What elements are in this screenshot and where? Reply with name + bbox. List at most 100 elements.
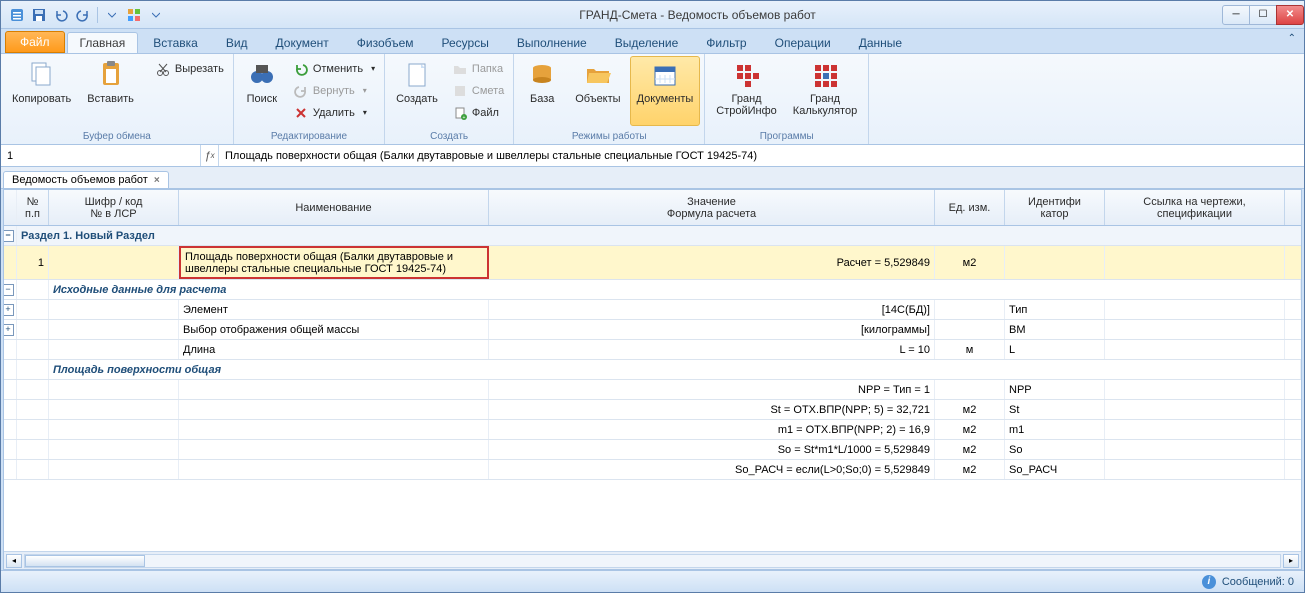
- tab-execution[interactable]: Выполнение: [504, 32, 600, 53]
- col-header-name[interactable]: Наименование: [179, 190, 489, 225]
- ribbon-body: Копировать Вставить Вырезать Буфер обмен…: [1, 53, 1304, 145]
- folder-open-icon: [582, 59, 614, 91]
- delete-x-icon: [293, 105, 309, 121]
- scroll-right-icon[interactable]: ▸: [1283, 554, 1299, 568]
- window-controls: ─ ☐ ✕: [1223, 5, 1304, 25]
- redo-arrow-icon: [293, 83, 309, 99]
- col-header-unit[interactable]: Ед. изм.: [935, 190, 1005, 225]
- undo-button[interactable]: Отменить▾: [288, 58, 380, 79]
- info-icon[interactable]: i: [1202, 575, 1216, 589]
- table-row[interactable]: Длина L = 10 м L: [4, 340, 1301, 360]
- tab-operations[interactable]: Операции: [762, 32, 844, 53]
- ribbon-minimize-icon[interactable]: ⌃: [1288, 33, 1296, 44]
- grand-calc-button[interactable]: Гранд Калькулятор: [786, 56, 864, 126]
- cut-button[interactable]: Вырезать: [150, 58, 229, 79]
- tab-data[interactable]: Данные: [846, 32, 915, 53]
- title-bar: ГРАНД-Смета - Ведомость объемов работ ─ …: [1, 1, 1304, 29]
- col-header-num[interactable]: № п.п: [17, 190, 49, 225]
- sub-section-row[interactable]: − Исходные данные для расчета: [4, 280, 1301, 300]
- table-row[interactable]: NPP = Тип = 1 NPP: [4, 380, 1301, 400]
- documents-button[interactable]: Документы: [630, 56, 701, 126]
- app-window: ГРАНД-Смета - Ведомость объемов работ ─ …: [0, 0, 1305, 593]
- maximize-button[interactable]: ☐: [1249, 5, 1277, 25]
- fx-icon[interactable]: ƒx: [201, 145, 219, 166]
- binoculars-icon: [246, 59, 278, 91]
- scroll-thumb[interactable]: [25, 555, 145, 567]
- quick-access-toolbar: [1, 5, 172, 25]
- close-tab-icon[interactable]: ×: [154, 175, 160, 186]
- tab-filter[interactable]: Фильтр: [693, 32, 759, 53]
- redo-icon[interactable]: [73, 5, 93, 25]
- delete-button[interactable]: Удалить▾: [288, 102, 380, 123]
- undo-arrow-icon: [293, 61, 309, 77]
- status-messages[interactable]: Сообщений: 0: [1222, 576, 1294, 588]
- col-header-ref[interactable]: Ссылка на чертежи, спецификации: [1105, 190, 1285, 225]
- minimize-button[interactable]: ─: [1222, 5, 1250, 25]
- group-edit: Поиск Отменить▾ Вернуть▾ Удалить▾ Редакт…: [234, 54, 385, 144]
- tab-resources[interactable]: Ресурсы: [429, 32, 502, 53]
- tab-main[interactable]: Главная: [67, 32, 139, 53]
- collapse-icon[interactable]: −: [4, 284, 14, 296]
- grand-stroyinfo-button[interactable]: Гранд СтройИнфо: [709, 56, 784, 126]
- col-header-code[interactable]: Шифр / код № в ЛСР: [49, 190, 179, 225]
- expand-icon[interactable]: +: [4, 304, 14, 316]
- base-button[interactable]: База: [518, 56, 566, 126]
- app-menu-icon[interactable]: [7, 5, 27, 25]
- estimate-icon: [452, 83, 468, 99]
- new-file-button[interactable]: +Файл: [447, 102, 509, 123]
- group-programs: Гранд СтройИнфо Гранд Калькулятор Програ…: [705, 54, 869, 144]
- paste-button[interactable]: Вставить: [80, 56, 141, 126]
- folder-icon: [452, 61, 468, 77]
- scissors-icon: [155, 61, 171, 77]
- undo-icon[interactable]: [51, 5, 71, 25]
- create-button[interactable]: Создать: [389, 56, 445, 126]
- expand-icon[interactable]: +: [4, 324, 14, 336]
- scroll-left-icon[interactable]: ◂: [6, 554, 22, 568]
- table-row[interactable]: + Выбор отображения общей массы [килогра…: [4, 320, 1301, 340]
- file-tab[interactable]: Файл: [5, 31, 65, 53]
- qat-more-icon[interactable]: [102, 5, 122, 25]
- new-folder-button[interactable]: Папка: [447, 58, 509, 79]
- tab-insert[interactable]: Вставка: [140, 32, 211, 53]
- formula-input[interactable]: Площадь поверхности общая (Балки двутавр…: [219, 150, 1304, 162]
- selected-cell[interactable]: Площадь поверхности общая (Балки двутавр…: [179, 246, 489, 279]
- table-row[interactable]: St = ОТХ.ВПР(NPP; 5) = 32,721 м2 St: [4, 400, 1301, 420]
- collapse-icon[interactable]: −: [4, 230, 14, 242]
- table-row[interactable]: m1 = ОТХ.ВПР(NPP; 2) = 16,9 м2 m1: [4, 420, 1301, 440]
- qat-dropdown-icon[interactable]: [146, 5, 166, 25]
- svg-text:+: +: [462, 115, 465, 120]
- table-row[interactable]: So_РАСЧ = если(L>0;So;0) = 5,529849 м2 S…: [4, 460, 1301, 480]
- sub-section-row[interactable]: Площадь поверхности общая: [4, 360, 1301, 380]
- section-row[interactable]: − Раздел 1. Новый Раздел: [4, 226, 1301, 246]
- tab-document[interactable]: Документ: [263, 32, 342, 53]
- status-bar: i Сообщений: 0: [1, 570, 1304, 592]
- table-row[interactable]: 1 Площадь поверхности общая (Балки двута…: [4, 246, 1301, 280]
- table-row[interactable]: So = St*m1*L/1000 = 5,529849 м2 So: [4, 440, 1301, 460]
- qat-extra-icon[interactable]: [124, 5, 144, 25]
- document-tab-strip: Ведомость объемов работ ×: [1, 167, 1304, 189]
- grid-body[interactable]: − Раздел 1. Новый Раздел 1 Площадь повер…: [4, 226, 1301, 551]
- tab-physvol[interactable]: Физобъем: [344, 32, 427, 53]
- tab-view[interactable]: Вид: [213, 32, 261, 53]
- copy-button[interactable]: Копировать: [5, 56, 78, 126]
- ribbon-tab-strip: Файл Главная Вставка Вид Документ Физобъ…: [1, 29, 1304, 53]
- col-header-value[interactable]: Значение Формула расчета: [489, 190, 935, 225]
- horizontal-scrollbar[interactable]: ◂ ▸: [4, 551, 1301, 569]
- close-button[interactable]: ✕: [1276, 5, 1304, 25]
- calendar-icon: [649, 59, 681, 91]
- grid-blue-icon: [809, 59, 841, 91]
- save-icon[interactable]: [29, 5, 49, 25]
- redo-button[interactable]: Вернуть▾: [288, 80, 380, 101]
- formula-bar: 1 ƒx Площадь поверхности общая (Балки дв…: [1, 145, 1304, 167]
- document-tab[interactable]: Ведомость объемов работ ×: [3, 171, 169, 188]
- table-row[interactable]: + Элемент [14С(БД)] Тип: [4, 300, 1301, 320]
- scroll-track[interactable]: [24, 554, 1281, 568]
- cell-reference-box[interactable]: 1: [1, 145, 201, 166]
- group-modes: База Объекты Документы Режимы работы: [514, 54, 705, 144]
- find-button[interactable]: Поиск: [238, 56, 286, 126]
- copy-icon: [26, 59, 58, 91]
- tab-selection[interactable]: Выделение: [602, 32, 692, 53]
- new-estimate-button[interactable]: Смета: [447, 80, 509, 101]
- col-header-id[interactable]: Идентифи катор: [1005, 190, 1105, 225]
- objects-button[interactable]: Объекты: [568, 56, 627, 126]
